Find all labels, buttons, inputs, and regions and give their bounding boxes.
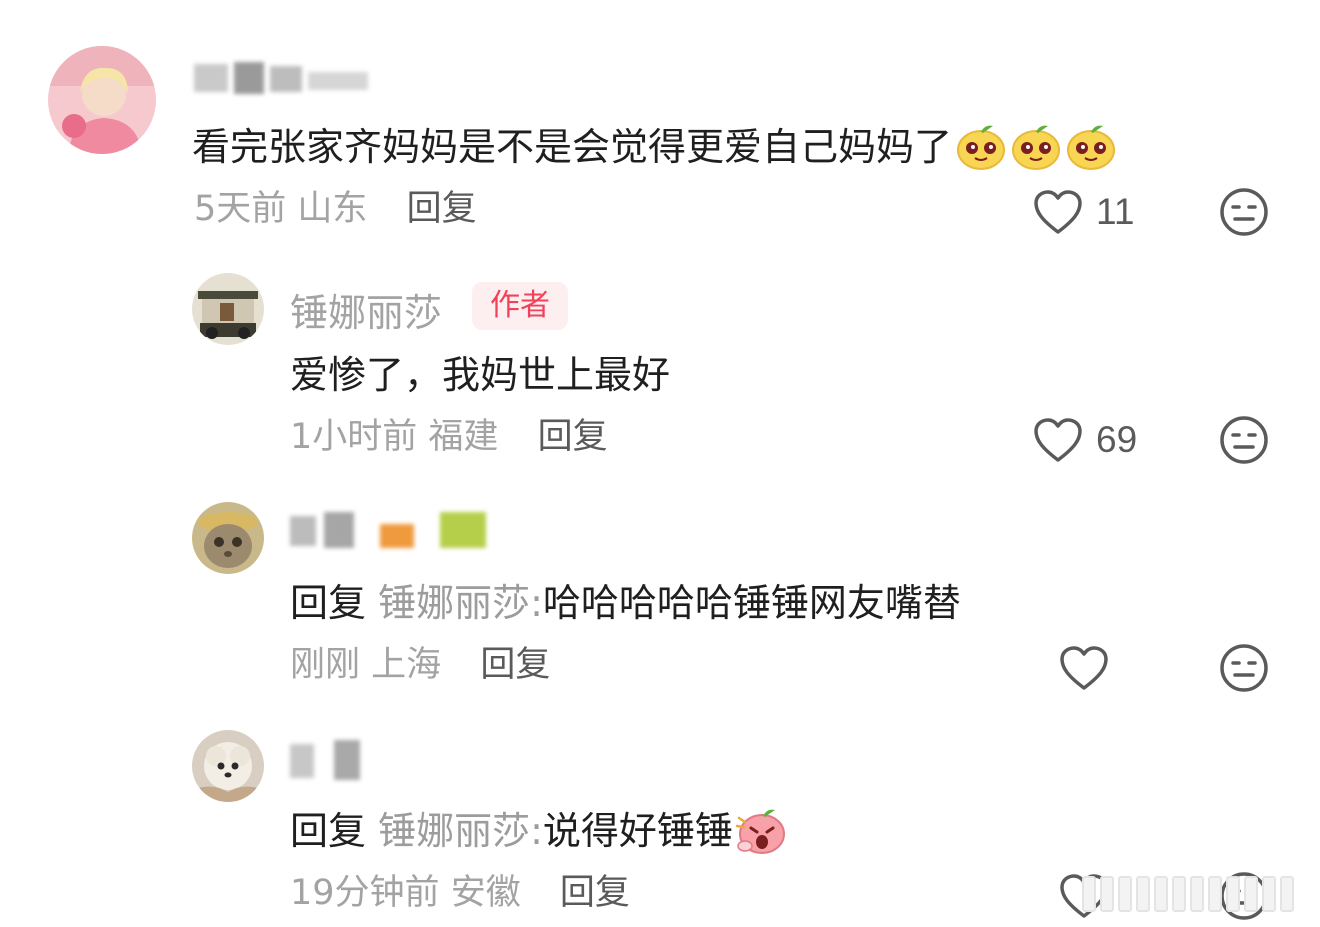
- dislike-button[interactable]: [1218, 186, 1270, 238]
- reply-button[interactable]: 回复: [480, 645, 550, 685]
- avatar[interactable]: [192, 273, 264, 345]
- username[interactable]: 锤娜丽莎: [290, 282, 442, 337]
- comment-text: 回复 锤娜丽莎:哈哈哈哈哈锤锤网友嘴替: [290, 581, 961, 625]
- smug-face-emoji: [1067, 125, 1116, 170]
- comment-time: 5天前: [194, 189, 287, 229]
- like-button[interactable]: 11: [1032, 188, 1134, 236]
- comment-text: 爱惨了，我妈世上最好: [290, 353, 671, 397]
- watermark: [1082, 876, 1302, 912]
- comment-location: 福建: [428, 417, 499, 457]
- heart-outline-icon: [1060, 646, 1108, 690]
- comment-time: 刚刚: [290, 645, 361, 685]
- comment-meta: 刚刚 上海 回复: [290, 642, 550, 688]
- comment-time: 19分钟前: [290, 873, 440, 913]
- avatar[interactable]: [48, 46, 156, 154]
- reply-target[interactable]: 锤娜丽莎:: [378, 809, 543, 853]
- comment-location: 山东: [297, 189, 368, 229]
- heart-outline-icon: [1034, 190, 1082, 234]
- comment-meta: 1小时前 福建 回复: [290, 414, 608, 460]
- comment-time: 1小时前: [290, 417, 418, 457]
- smug-face-emoji: [1012, 125, 1061, 170]
- comment-text: 看完张家齐妈妈是不是会觉得更爱自己妈妈了: [192, 122, 1117, 176]
- reply-target[interactable]: 锤娜丽莎:: [378, 581, 543, 625]
- like-count: 69: [1096, 419, 1138, 460]
- comment-location: 上海: [371, 645, 442, 685]
- avatar[interactable]: [192, 730, 264, 802]
- username-blur: [290, 508, 490, 548]
- comment-text: 回复 锤娜丽莎:说得好锤锤: [290, 806, 787, 860]
- like-button[interactable]: 69: [1032, 416, 1137, 464]
- author-badge: 作者: [472, 282, 568, 330]
- like-count: 11: [1096, 191, 1135, 232]
- reply-prefix: 回复: [290, 809, 367, 853]
- meh-face-icon: [1220, 416, 1268, 464]
- comment-meta: 5天前 山东 回复: [194, 186, 477, 232]
- meh-face-icon: [1220, 188, 1268, 236]
- reply-prefix: 回复: [290, 581, 367, 625]
- heart-outline-icon: [1034, 418, 1082, 462]
- reply-button[interactable]: 回复: [538, 417, 608, 457]
- comment-meta: 19分钟前 安徽 回复: [290, 870, 630, 916]
- dislike-button[interactable]: [1218, 642, 1270, 694]
- meh-face-icon: [1220, 644, 1268, 692]
- reply-button[interactable]: 回复: [560, 873, 630, 913]
- comment-location: 安徽: [450, 873, 521, 913]
- username-blur: [290, 738, 370, 782]
- shouting-face-emoji: [735, 809, 785, 854]
- username-blur: [194, 58, 374, 98]
- reply-button[interactable]: 回复: [407, 189, 477, 229]
- like-button[interactable]: [1058, 644, 1122, 692]
- dislike-button[interactable]: [1218, 414, 1270, 466]
- avatar[interactable]: [192, 502, 264, 574]
- smug-face-emoji: [957, 125, 1006, 170]
